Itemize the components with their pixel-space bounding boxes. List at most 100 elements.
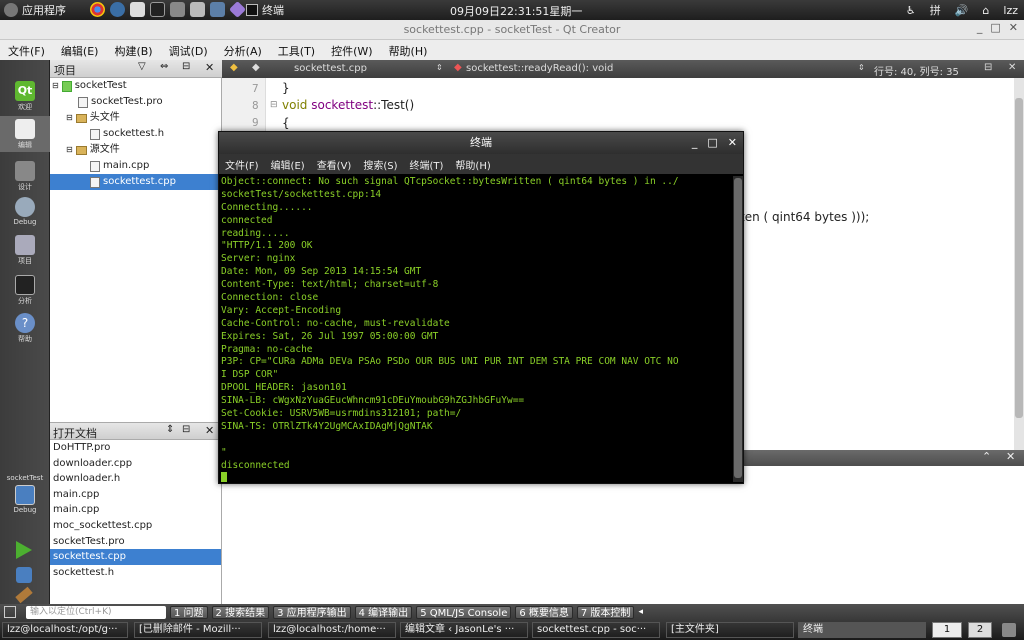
menu-tools[interactable]: 工具(T) [270, 40, 323, 60]
close-output-icon[interactable]: ✕ [1006, 450, 1015, 463]
close-editor-icon[interactable]: ✕ [1008, 62, 1016, 73]
tree-item-pro-file[interactable]: socketTest.pro [78, 94, 163, 110]
tab-search-results[interactable]: 2 搜索结果 [211, 605, 270, 619]
mode-debug[interactable]: Debug [0, 194, 50, 230]
close-icon[interactable]: ✕ [728, 136, 737, 149]
maximize-icon[interactable]: □ [707, 136, 717, 149]
terminal-icon[interactable] [150, 2, 165, 17]
tools-icon[interactable] [170, 2, 185, 17]
link-icon[interactable]: ⇔ [160, 61, 168, 72]
browser-icon[interactable] [110, 2, 125, 17]
task-terminal-opt[interactable]: lzz@localhost:/opt/g··· [2, 622, 128, 638]
open-doc-item[interactable]: downloader.cpp [50, 456, 221, 472]
split-icon[interactable]: ⊟ [182, 61, 190, 72]
filter-icon[interactable]: ▽ [138, 61, 146, 72]
mode-projects[interactable]: 项目 [0, 232, 50, 268]
mode-design[interactable]: 设计 [0, 158, 50, 194]
menu-edit[interactable]: 编辑(E) [53, 40, 107, 60]
task-qt-creator[interactable]: sockettest.cpp - soc··· [532, 622, 660, 638]
term-menu-terminal[interactable]: 终端(T) [404, 154, 450, 174]
tree-item-header-file[interactable]: sockettest.h [90, 126, 164, 142]
terminal-scrollbar[interactable] [733, 176, 743, 482]
tab-qml-console[interactable]: 5 QML/JS Console [416, 605, 512, 619]
task-terminal-active[interactable]: 终端 [798, 622, 926, 638]
clock[interactable]: 09月09日22:31:51星期一 [450, 3, 582, 19]
task-terminal-home[interactable]: lzz@localhost:/home··· [268, 622, 396, 638]
tab-app-output[interactable]: 3 应用程序输出 [273, 605, 351, 619]
sort-icon[interactable]: ⇕ [166, 424, 174, 435]
task-thunderbird[interactable]: [已删除邮件 - Mozill··· [134, 622, 262, 638]
split-icon[interactable]: ⊟ [182, 424, 190, 435]
mode-welcome[interactable]: Qt 欢迎 [0, 78, 50, 114]
locator-input[interactable]: 输入以定位(Ctrl+K) [26, 605, 166, 619]
tab-compile-output[interactable]: 4 编译输出 [354, 605, 413, 619]
active-app-terminal[interactable]: 终端 [246, 2, 284, 18]
menu-help[interactable]: 帮助(H) [381, 40, 436, 60]
debug-run-icon[interactable] [16, 567, 32, 583]
term-menu-search[interactable]: 搜索(S) [357, 154, 403, 174]
menu-build[interactable]: 构建(B) [106, 40, 160, 60]
menu-file[interactable]: 文件(F) [0, 40, 53, 60]
app-menu[interactable]: 应用程序 [4, 2, 66, 18]
open-doc-item[interactable]: sockettest.h [50, 565, 221, 581]
term-menu-view[interactable]: 查看(V) [311, 154, 358, 174]
minimize-icon[interactable]: _ [977, 21, 983, 34]
file-dropdown-icon[interactable]: ⇕ [436, 63, 443, 72]
tree-item-main-cpp[interactable]: main.cpp [90, 158, 149, 174]
tree-item-headers[interactable]: ⊟ 头文件 [66, 110, 120, 126]
split-icon[interactable]: ⊟ [984, 62, 992, 73]
close-panel-icon[interactable]: ✕ [205, 424, 214, 437]
run-icon[interactable] [16, 541, 32, 559]
more-tabs-icon[interactable]: ◂ [638, 607, 643, 617]
build-hammer-icon[interactable] [15, 586, 33, 604]
back-icon[interactable]: ◆ [230, 62, 238, 73]
workspace-1[interactable]: 1 [932, 622, 962, 638]
symbol-selector[interactable]: sockettest::readyRead(): void [466, 63, 613, 74]
open-doc-item-selected[interactable]: sockettest.cpp [50, 549, 221, 565]
collapse-up-icon[interactable]: ⌃ [982, 450, 991, 463]
toggle-sidebar-icon[interactable] [4, 606, 16, 618]
mode-edit[interactable]: 编辑 [0, 116, 50, 152]
close-icon[interactable]: ✕ [1009, 21, 1018, 34]
fold-marker[interactable]: ⊟ [270, 100, 278, 110]
tree-item-project[interactable]: ⊟ socketTest [52, 78, 220, 94]
collapse-icon[interactable]: ⊟ [66, 110, 73, 126]
mode-help[interactable]: ? 帮助 [0, 310, 50, 346]
open-doc-item[interactable]: main.cpp [50, 487, 221, 503]
minimize-icon[interactable]: _ [692, 136, 698, 149]
symbol-dropdown-icon[interactable]: ⇕ [858, 63, 865, 72]
menu-window[interactable]: 控件(W) [323, 40, 380, 60]
target-selector[interactable]: socketTest Debug [0, 472, 50, 524]
network-icon[interactable]: ⌂ [982, 4, 989, 17]
scroll-thumb[interactable] [734, 178, 742, 478]
scroll-thumb[interactable] [1015, 98, 1023, 418]
term-menu-edit[interactable]: 编辑(E) [265, 154, 311, 174]
menu-debug[interactable]: 调试(D) [161, 40, 216, 60]
tab-issues[interactable]: 1 问题 [170, 605, 208, 619]
editor-scrollbar[interactable] [1014, 78, 1024, 450]
user-menu[interactable]: lzz [1003, 4, 1018, 17]
terminal-output[interactable]: Object::connect: No such signal QTcpSock… [221, 176, 731, 482]
open-doc-item[interactable]: main.cpp [50, 502, 221, 518]
editor-icon[interactable] [190, 2, 205, 17]
maximize-icon[interactable]: □ [990, 21, 1000, 34]
workspace-2[interactable]: 2 [968, 622, 992, 638]
volume-icon[interactable]: 🔊 [955, 4, 969, 17]
mode-analyze[interactable]: 分析 [0, 272, 50, 308]
collapse-icon[interactable]: ⊟ [66, 142, 73, 158]
open-doc-item[interactable]: socketTest.pro [50, 534, 221, 550]
task-home-folder[interactable]: [主文件夹] [666, 622, 794, 638]
open-doc-item[interactable]: downloader.h [50, 471, 221, 487]
terminal-window[interactable]: 终端 _ □ ✕ 文件(F) 编辑(E) 查看(V) 搜索(S) 终端(T) 帮… [218, 131, 744, 484]
tab-version-control[interactable]: 7 版本控制 [576, 605, 635, 619]
monitor-icon[interactable] [210, 2, 225, 17]
task-browser[interactable]: 编辑文章 ‹ JasonLe's ··· [400, 622, 528, 638]
file-selector[interactable]: sockettest.cpp [294, 63, 367, 74]
tree-item-sockettest-cpp[interactable]: sockettest.cpp [50, 174, 222, 190]
term-menu-file[interactable]: 文件(F) [219, 154, 265, 174]
trash-icon[interactable] [1002, 623, 1016, 637]
input-method[interactable]: 拼 [930, 2, 941, 18]
open-doc-item[interactable]: moc_sockettest.cpp [50, 518, 221, 534]
document-icon[interactable] [130, 2, 145, 17]
tab-general-messages[interactable]: 6 概要信息 [515, 605, 573, 619]
